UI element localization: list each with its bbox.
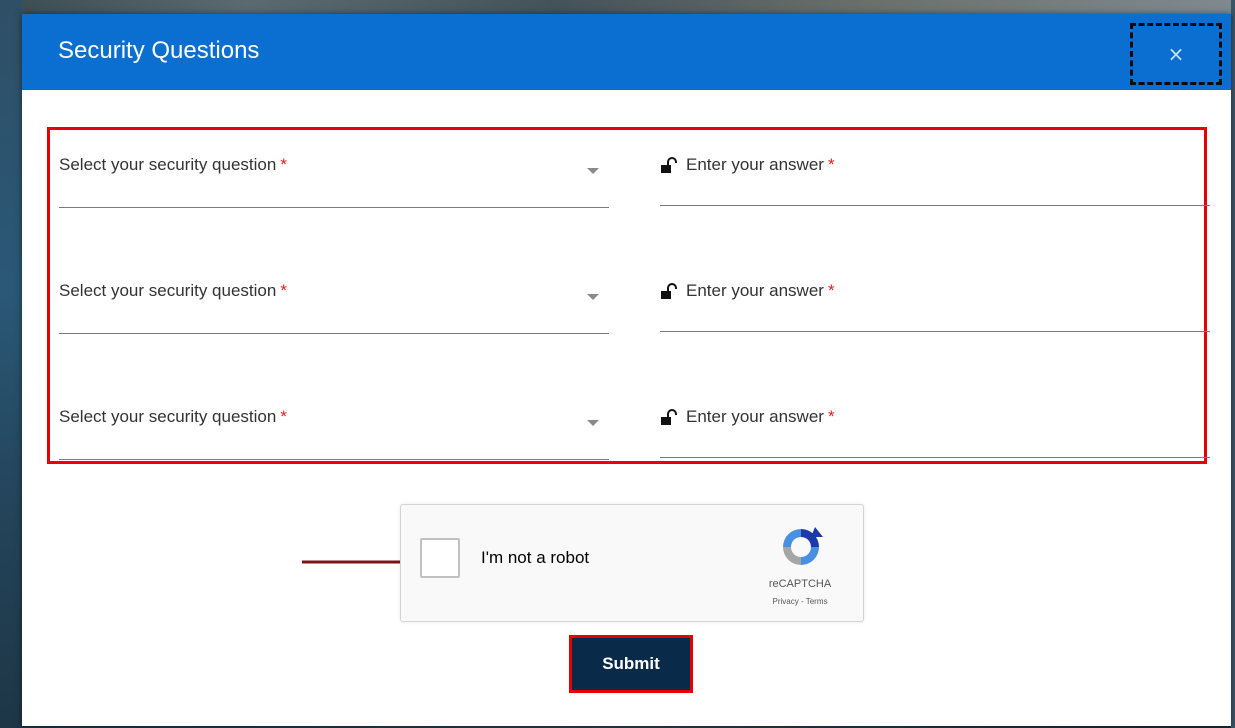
required-indicator: * (280, 155, 287, 174)
unlock-icon (661, 283, 677, 299)
close-button[interactable]: × (1130, 23, 1222, 85)
required-indicator: * (827, 407, 835, 426)
question-row-2: Select your security question * Enter you… (50, 256, 1210, 336)
select-underline (59, 207, 609, 208)
recaptcha-brand: reCAPTCHA (768, 578, 832, 590)
security-questions-group: Select your security question * Enter you… (47, 127, 1210, 464)
select-underline (59, 459, 609, 460)
security-questions-dialog: Security Questions × Select your securit… (22, 14, 1231, 726)
security-answer-input-3[interactable]: Enter your answer * (660, 382, 1210, 462)
required-indicator: * (827, 155, 835, 174)
question-row-1: Select your security question * Enter you… (50, 130, 1210, 210)
background-image-left (0, 0, 22, 728)
answer-underline (660, 205, 1210, 206)
recaptcha-checkbox[interactable] (420, 538, 460, 578)
background-image-right (1231, 0, 1235, 728)
chevron-down-icon (587, 420, 599, 426)
security-answer-label-3: Enter your answer * (686, 407, 835, 426)
security-answer-label-1: Enter your answer * (686, 155, 835, 174)
question-row-3: Select your security question * Enter you… (50, 382, 1210, 462)
dialog-title: Security Questions (58, 37, 260, 64)
dialog-header: Security Questions × (22, 14, 1231, 90)
close-icon: × (1167, 42, 1185, 66)
security-answer-input-1[interactable]: Enter your answer * (660, 130, 1210, 210)
required-indicator: * (280, 281, 287, 300)
recaptcha-links[interactable]: Privacy - Terms (746, 597, 854, 606)
submit-button[interactable]: Submit (569, 635, 693, 693)
unlock-icon (661, 409, 677, 425)
chevron-down-icon (587, 168, 599, 174)
security-question-select-2[interactable]: Select your security question * (59, 256, 609, 336)
required-indicator: * (280, 407, 287, 426)
answer-underline (660, 331, 1210, 332)
security-question-select-3[interactable]: Select your security question * (59, 382, 609, 462)
security-answer-label-2: Enter your answer * (686, 281, 835, 300)
required-indicator: * (827, 281, 835, 300)
background-image-top (0, 0, 1235, 14)
security-question-select-1[interactable]: Select your security question * (59, 130, 609, 210)
answer-underline (660, 457, 1210, 458)
chevron-down-icon (587, 294, 599, 300)
security-question-label-2: Select your security question * (59, 281, 287, 300)
select-underline (59, 333, 609, 334)
recaptcha-logo-icon (783, 527, 823, 565)
security-answer-input-2[interactable]: Enter your answer * (660, 256, 1210, 336)
recaptcha-widget: I'm not a robot reCAPTCHA Privacy - Term… (400, 504, 864, 622)
security-question-label-3: Select your security question * (59, 407, 287, 426)
security-question-label-1: Select your security question * (59, 155, 287, 174)
unlock-icon (661, 157, 677, 173)
recaptcha-label: I'm not a robot (481, 548, 590, 567)
